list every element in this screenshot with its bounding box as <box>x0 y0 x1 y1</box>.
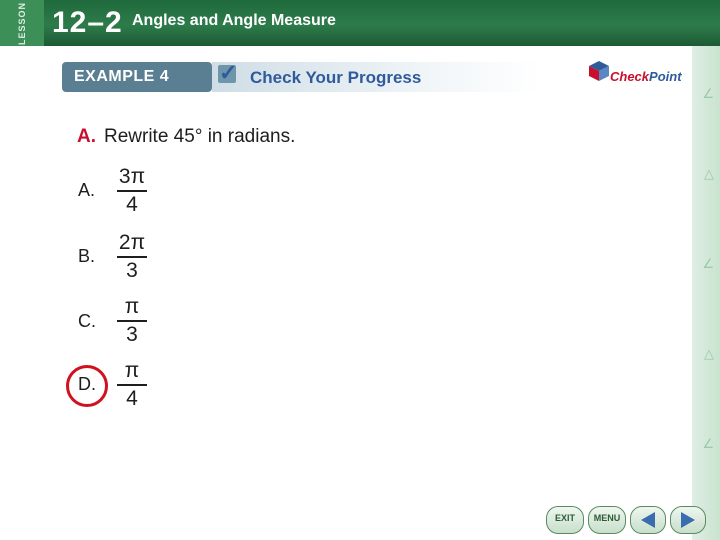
decoration: ∠ <box>702 86 714 101</box>
choice-fraction[interactable]: π 3 <box>112 294 152 348</box>
fraction-numerator: 2π <box>118 231 146 254</box>
question-part: A. <box>77 126 96 147</box>
checkpoint-text: CheckPoint <box>610 69 682 84</box>
menu-button[interactable]: MENU <box>588 506 626 534</box>
exit-label: EXIT <box>554 513 575 523</box>
fraction-numerator: π <box>124 359 140 382</box>
menu-label: MENU <box>593 513 621 523</box>
choice-fraction[interactable]: 3π 4 <box>112 164 152 218</box>
decoration: △ <box>704 166 714 181</box>
choice-letter[interactable]: A. <box>78 180 95 201</box>
lesson-header: LESSON 12–2 Angles and Angle Measure <box>0 0 720 46</box>
checkpoint-text-point: Point <box>649 69 682 84</box>
exit-button[interactable]: EXIT <box>546 506 584 534</box>
choice-fraction[interactable]: 2π 3 <box>112 230 152 284</box>
next-button[interactable] <box>670 506 706 534</box>
example-label: EXAMPLE 4 <box>74 68 170 85</box>
left-arrow-icon <box>641 512 655 528</box>
check-icon <box>218 60 237 86</box>
lesson-title: Angles and Angle Measure <box>132 12 336 29</box>
choice-fraction[interactable]: π 4 <box>112 358 152 412</box>
decoration: ∠ <box>702 256 714 271</box>
fraction-denominator: 3 <box>126 322 138 346</box>
choice-letter[interactable]: D. <box>78 374 96 395</box>
previous-button[interactable] <box>630 506 666 534</box>
question-body: Rewrite 45° in radians. <box>104 126 296 147</box>
right-arrow-icon <box>681 512 695 528</box>
choice-letter[interactable]: B. <box>78 246 95 267</box>
fraction-denominator: 3 <box>126 258 138 282</box>
question-text: A. Rewrite 45° in radians. <box>77 126 295 148</box>
checkpoint-logo: CheckPoint <box>588 60 698 88</box>
fraction-numerator: 3π <box>118 165 146 188</box>
fraction-numerator: π <box>124 295 140 318</box>
fraction-denominator: 4 <box>126 192 138 216</box>
choice-letter[interactable]: C. <box>78 311 96 332</box>
progress-label: Check Your Progress <box>250 68 422 87</box>
checkpoint-text-check: Check <box>610 69 650 84</box>
fraction-denominator: 4 <box>126 386 138 410</box>
lesson-number: 12–2 <box>52 6 123 39</box>
decorative-strip: ∠ △ ∠ △ ∠ <box>692 46 720 540</box>
cube-icon <box>589 61 609 81</box>
decoration: △ <box>704 346 714 361</box>
example-banner: EXAMPLE 4 <box>62 62 212 92</box>
decoration: ∠ <box>702 436 714 451</box>
lesson-tab: LESSON <box>0 0 44 46</box>
